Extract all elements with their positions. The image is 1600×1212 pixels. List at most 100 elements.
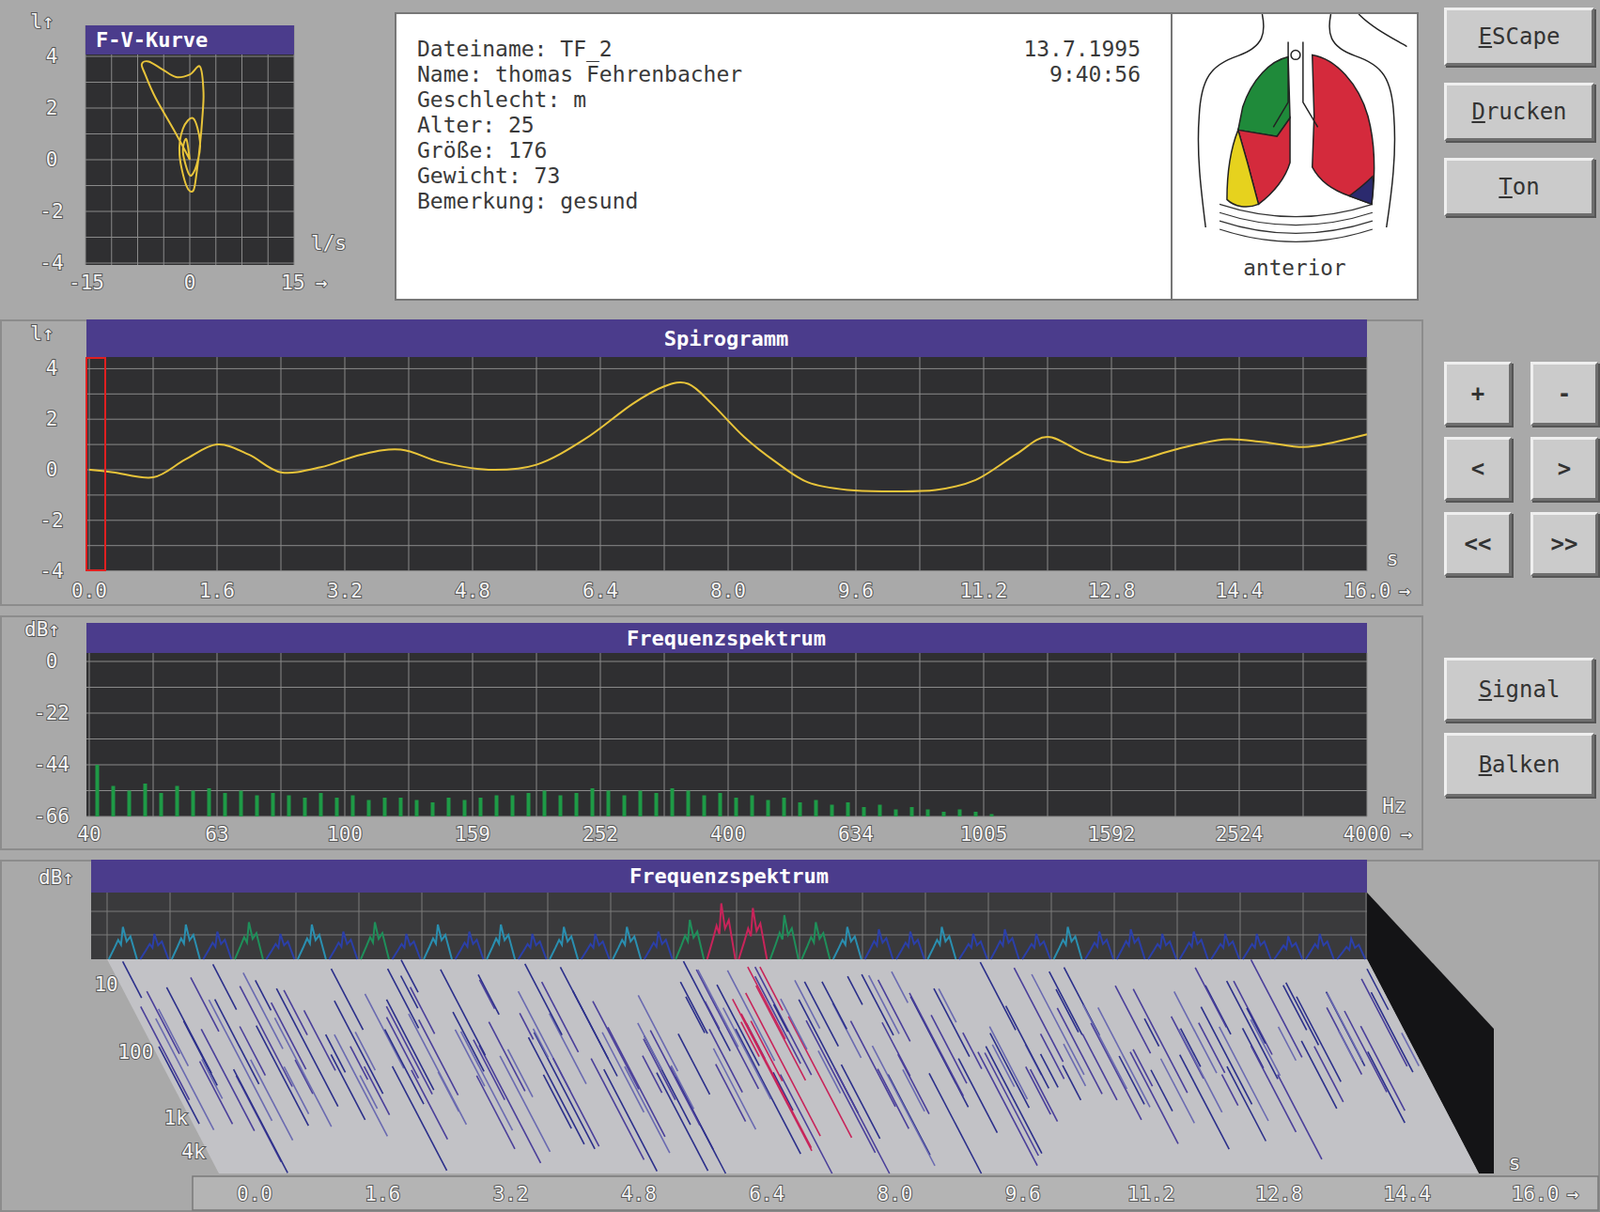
grid-line — [1303, 357, 1305, 572]
mode-button[interactable]: Signal — [1444, 657, 1595, 722]
grid-line — [215, 25, 217, 265]
x-tick: 252 — [582, 823, 619, 846]
time-cursor[interactable] — [86, 357, 106, 571]
spectrum-streak — [979, 962, 1016, 1030]
spectrum-peak — [455, 932, 484, 961]
info-value: thomas Fehrenbacher — [495, 62, 743, 87]
fv-curve-panel: F-V-Kurvel↑420-2-4-15015→l/s — [0, 0, 362, 306]
spectrum-peak — [644, 932, 673, 961]
grid-line — [163, 25, 165, 265]
navigation-button[interactable]: + — [1444, 361, 1512, 426]
time-axis — [192, 1176, 1599, 1211]
mode-button[interactable]: Balken — [1444, 732, 1595, 797]
navigation-button[interactable]: >> — [1530, 512, 1599, 576]
grid-line — [170, 892, 171, 960]
grid-line — [107, 892, 109, 960]
grid-line — [728, 652, 730, 817]
spectrum-bar — [1293, 816, 1298, 818]
spectrum-streak — [283, 990, 308, 1036]
spectrum-streak — [304, 1009, 336, 1071]
x-tick: 1.6 — [199, 579, 235, 603]
spectrum-bar — [143, 783, 148, 817]
spectrum-streak — [1251, 1045, 1297, 1133]
spectrum-peak — [139, 933, 169, 960]
grid-line — [1239, 652, 1241, 817]
grid-line — [536, 652, 538, 817]
spectrum-bar — [191, 791, 196, 818]
grid-line — [472, 652, 474, 817]
menu-button[interactable]: ESCape — [1444, 7, 1595, 66]
info-label: Gewicht: — [417, 163, 522, 188]
spectrum-streak — [909, 993, 964, 1097]
spectrum-streak — [1338, 1030, 1355, 1062]
grid-line — [673, 892, 675, 960]
x-tick: 4000 — [1343, 823, 1392, 846]
spectrum-bar — [1325, 816, 1330, 818]
spectrum-streak — [747, 966, 786, 1040]
spectrum-streak — [553, 1057, 600, 1147]
navigation-button[interactable]: < — [1444, 436, 1512, 501]
title-bar — [91, 859, 1367, 893]
spectrum-streak — [1130, 1052, 1179, 1145]
grid-line — [91, 934, 1367, 936]
x-tick: 12.8 — [1255, 1182, 1304, 1206]
x-tick: 1005 — [960, 823, 1009, 846]
x-tick: 0.0 — [71, 579, 108, 603]
grid-line — [1303, 652, 1305, 817]
spectrum-bar — [255, 795, 260, 818]
spectrum-streak — [1366, 968, 1389, 1010]
info-field: Größe:176 — [417, 138, 743, 164]
spectrum-peak — [1211, 933, 1240, 960]
grid-line — [86, 494, 1367, 496]
x-unit: s — [1386, 547, 1399, 571]
spectrum-streak — [1062, 1065, 1081, 1101]
grid-line — [408, 652, 410, 817]
menu-button[interactable]: Ton — [1444, 157, 1595, 217]
grid-line — [925, 892, 927, 960]
spectrum-streak — [256, 1025, 310, 1127]
grid-line — [85, 211, 295, 213]
spectrum-bar — [1277, 816, 1282, 818]
grid-line — [919, 357, 921, 572]
spectrum-peak — [360, 922, 389, 961]
grid-line — [86, 713, 1367, 715]
spectrum-streak — [834, 1068, 890, 1174]
spirometry-screen: F-V-Kurvel↑420-2-4-15015→l/sDateiname:TF… — [0, 0, 1600, 1212]
spectrum-streak — [741, 1013, 812, 1149]
navigation-button[interactable]: > — [1530, 436, 1599, 501]
y-tick: -4 — [39, 559, 63, 583]
shoulder-outline — [1358, 14, 1407, 47]
spectrum-streak — [392, 1066, 448, 1171]
grid-line — [85, 25, 87, 265]
spectrum-streak — [861, 974, 894, 1036]
navigation-button[interactable]: - — [1530, 361, 1599, 426]
spectrum-streak — [1160, 1058, 1195, 1124]
navigation-button[interactable]: << — [1444, 512, 1512, 576]
spectrum-streak — [326, 1034, 346, 1072]
grid-line — [153, 357, 155, 572]
grid-line — [137, 25, 139, 265]
info-value: 73 — [534, 163, 561, 188]
spectrum-bar — [1133, 816, 1138, 818]
waterfall-row: FrequenzspektrumdB↑101001k4k0.01.63.24.8… — [0, 859, 1600, 1212]
spectrum-bar — [351, 795, 356, 818]
button-label: ESCape — [1478, 23, 1561, 50]
spectrum-streak — [478, 974, 499, 1015]
spectrum-streak — [528, 1037, 585, 1145]
spectrum-bar — [495, 795, 499, 818]
y-tick: 2 — [46, 407, 59, 431]
grid-line — [217, 357, 218, 572]
menu-button[interactable]: Drucken — [1444, 82, 1595, 141]
x-tick: 9.6 — [838, 579, 874, 603]
depth-tick: 10 — [93, 973, 118, 996]
spectrum-streak — [208, 999, 272, 1121]
spectrum-streak — [760, 966, 783, 1010]
grid-line — [86, 661, 1367, 663]
spectrum-streak — [525, 963, 563, 1036]
spectrum-streak — [685, 996, 705, 1034]
grid-line — [855, 357, 857, 572]
spectrum-streak — [476, 1075, 515, 1150]
grid-line — [358, 892, 360, 960]
info-label: Alter: — [417, 112, 496, 138]
panel-frame — [0, 860, 1600, 1212]
